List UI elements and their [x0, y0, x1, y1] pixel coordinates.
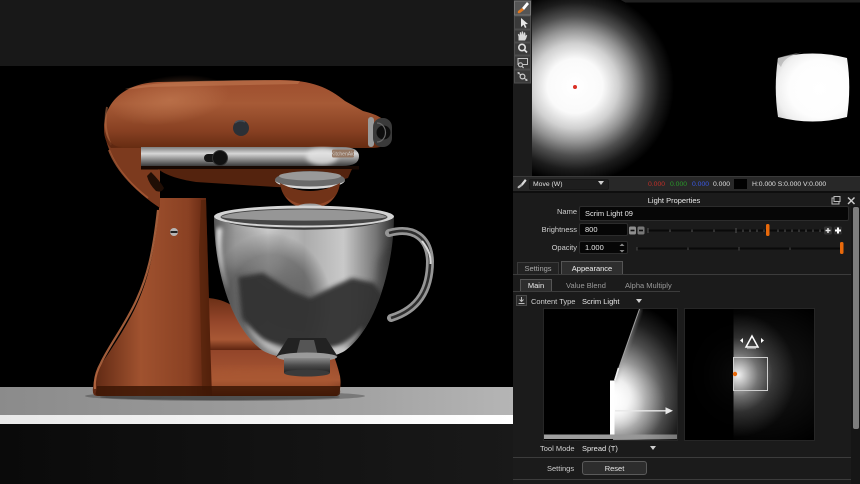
svg-text:KitchenAid: KitchenAid	[331, 152, 355, 158]
